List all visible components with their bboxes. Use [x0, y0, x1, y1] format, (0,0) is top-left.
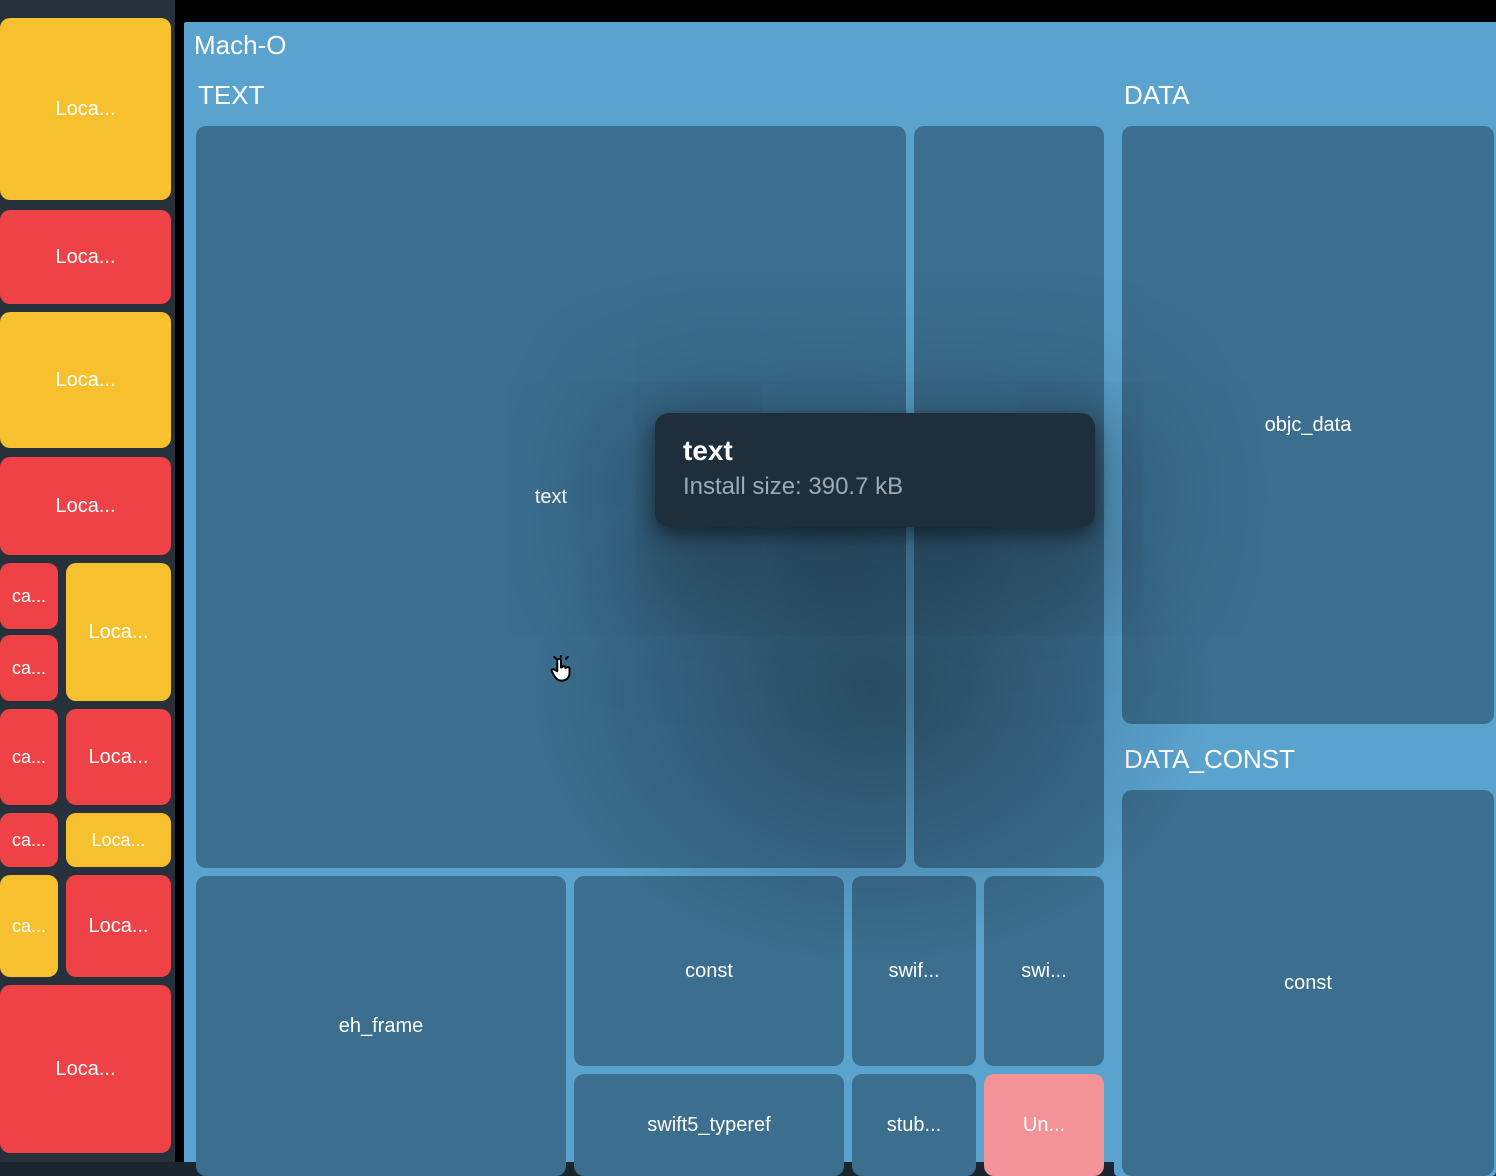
- sidebar: Loca... Loca... Loca... Loca... ca... Lo…: [0, 0, 175, 1162]
- sidebar-tile[interactable]: Loca...: [66, 875, 171, 977]
- sidebar-tile[interactable]: ca...: [0, 709, 58, 805]
- section-text-label: TEXT: [198, 80, 264, 111]
- tile-swif[interactable]: swif...: [852, 876, 976, 1066]
- treemap-panel: Mach-O TEXT text eh_frame const swift5_t…: [184, 22, 1496, 1162]
- tile-swift5-typeref[interactable]: swift5_typeref: [574, 1074, 844, 1176]
- tile-swi[interactable]: swi...: [984, 876, 1104, 1066]
- sidebar-tile[interactable]: Loca...: [66, 813, 171, 867]
- sidebar-tile[interactable]: Loca...: [0, 985, 171, 1153]
- app-root: Loca... Loca... Loca... Loca... ca... Lo…: [0, 0, 1496, 1162]
- sidebar-tile[interactable]: Loca...: [66, 709, 171, 805]
- sidebar-tile[interactable]: Loca...: [0, 18, 171, 200]
- sidebar-tile[interactable]: ca...: [0, 563, 58, 629]
- tile-eh-frame[interactable]: eh_frame: [196, 876, 566, 1176]
- section-data-label: DATA: [1124, 80, 1189, 111]
- section-data-const-label: DATA_CONST: [1124, 744, 1295, 775]
- tile-const-data[interactable]: const: [1122, 790, 1494, 1176]
- tile-objc-data[interactable]: objc_data: [1122, 126, 1494, 724]
- tile-const[interactable]: const: [574, 876, 844, 1066]
- tile-stub[interactable]: stub...: [852, 1074, 976, 1176]
- panel-title: Mach-O: [194, 30, 286, 61]
- tile-un[interactable]: Un...: [984, 1074, 1104, 1176]
- sidebar-tile[interactable]: ca...: [0, 813, 58, 867]
- sidebar-tile[interactable]: ca...: [0, 875, 58, 977]
- tooltip-subtitle: Install size: 390.7 kB: [683, 473, 1067, 501]
- tooltip-title: text: [683, 435, 1067, 467]
- sidebar-tile[interactable]: Loca...: [0, 457, 171, 555]
- sidebar-tile[interactable]: Loca...: [0, 210, 171, 304]
- sidebar-tile[interactable]: ca...: [0, 635, 58, 701]
- sidebar-tile[interactable]: Loca...: [66, 563, 171, 701]
- sidebar-tile[interactable]: Loca...: [0, 312, 171, 448]
- tooltip: text Install size: 390.7 kB: [655, 413, 1095, 527]
